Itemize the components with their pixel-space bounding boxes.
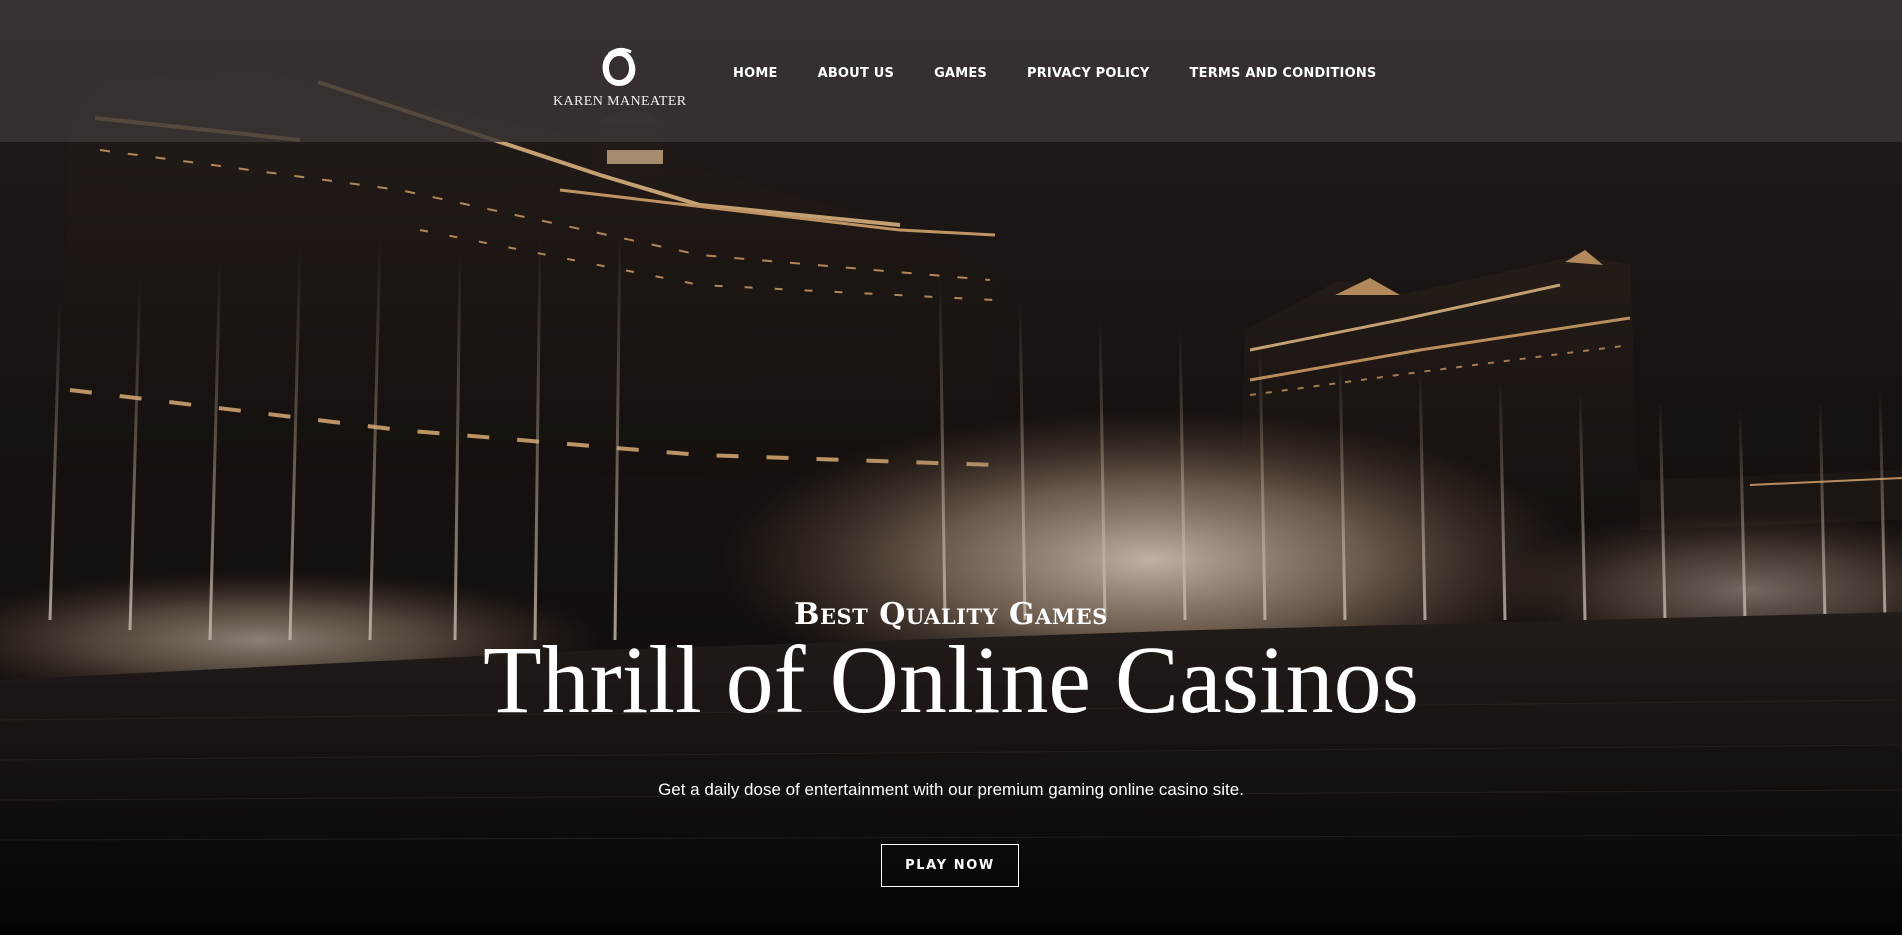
play-now-button[interactable]: PLAY NOW (881, 844, 1019, 887)
hero-description: Get a daily dose of entertainment with o… (658, 780, 1244, 799)
nav-item-games[interactable]: GAMES (934, 66, 987, 81)
ring-logo-icon (602, 47, 636, 86)
site-header: KAREN MANEATER HOME ABOUT US GAMES PRIVA… (0, 0, 1902, 142)
nav-item-terms-and-conditions[interactable]: TERMS AND CONDITIONS (1190, 66, 1377, 81)
hero-title: Thrill of Online Casinos (483, 626, 1419, 733)
page: KAREN MANEATER HOME ABOUT US GAMES PRIVA… (0, 0, 1902, 935)
hero-section: Best Quality Games Thrill of Online Casi… (0, 600, 1902, 800)
brand-name: KAREN MANEATER (553, 94, 687, 109)
brand-logo[interactable]: KAREN MANEATER (553, 40, 687, 112)
nav-item-about-us[interactable]: ABOUT US (818, 66, 895, 81)
nav-item-home[interactable]: HOME (733, 66, 778, 81)
nav-item-privacy-policy[interactable]: PRIVACY POLICY (1027, 66, 1150, 81)
main-nav: HOME ABOUT US GAMES PRIVACY POLICY TERMS… (713, 66, 1397, 81)
